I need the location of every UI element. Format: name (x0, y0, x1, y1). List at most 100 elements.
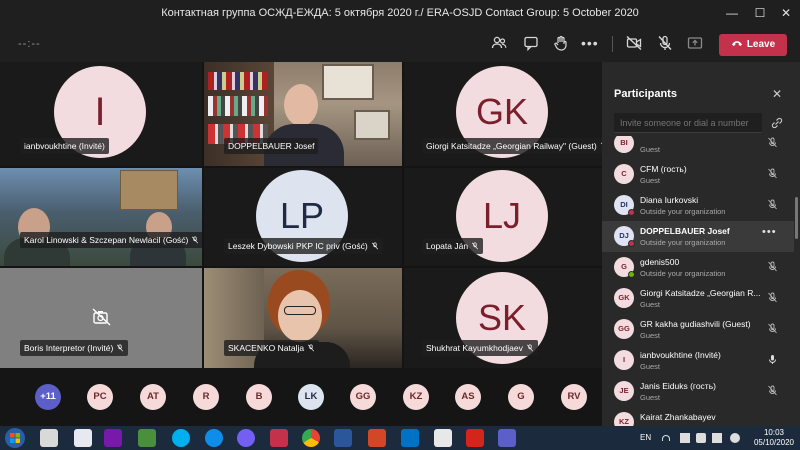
list-item[interactable]: G gdenis500 Outside your organization (602, 252, 794, 283)
teamviewer-icon[interactable] (205, 429, 223, 447)
outlook-icon[interactable] (401, 429, 419, 447)
maximize-button[interactable]: ☐ (746, 3, 774, 23)
participant-name: Giorgi Katsitadze „Georgian Railway" (Gu… (426, 141, 597, 151)
chevron-up-icon[interactable] (662, 435, 670, 441)
acrobat-reader-icon[interactable] (434, 429, 452, 447)
participant-video-tile[interactable]: DOPPELBAUER Josef (204, 62, 402, 166)
list-item[interactable]: BI Guest (602, 136, 794, 159)
mic-toggle-button[interactable] (656, 34, 678, 54)
participant-chip[interactable]: PC (87, 384, 113, 410)
teams-icon[interactable] (498, 429, 516, 447)
participant-chip[interactable]: AS (455, 384, 481, 410)
share-screen-button[interactable] (686, 34, 708, 54)
share-link-icon[interactable] (770, 116, 784, 130)
participants-button[interactable] (490, 34, 512, 54)
title-bar: Контактная группа ОСЖД-ЕЖДА: 5 октября 2… (0, 0, 800, 26)
windows-start-icon[interactable] (2, 427, 28, 449)
list-item[interactable]: C CFM (гость) Guest (602, 159, 794, 190)
list-item[interactable]: I ianbvoukhtine (Invité) Guest (602, 345, 794, 376)
list-item[interactable]: DI Diana Iurkovski Outside your organiza… (602, 190, 794, 221)
viber-icon[interactable] (237, 429, 255, 447)
panel-scrollbar[interactable] (795, 197, 798, 239)
participant-tile[interactable]: Boris Interpretor (Invité) (0, 268, 202, 368)
mic-muted-icon (472, 242, 479, 250)
app-icon[interactable] (270, 429, 288, 447)
participant-video-tile[interactable]: Karol Linowski & Szczepan Newlacil (Gość… (0, 168, 202, 266)
participant-role: Guest (640, 176, 661, 185)
file-manager-icon[interactable] (40, 429, 58, 447)
participant-role: Outside your organization (640, 207, 726, 216)
volume-icon[interactable] (730, 433, 740, 443)
participant-chip[interactable]: KZ (403, 384, 429, 410)
participant-name: Kairat Zhankabayev (640, 412, 716, 422)
hand-icon (554, 35, 567, 51)
app-icon[interactable] (138, 429, 156, 447)
more-options-button[interactable]: ••• (762, 226, 777, 238)
participant-role: Guest (640, 145, 661, 154)
chrome-icon[interactable] (302, 429, 320, 447)
onenote-icon[interactable] (104, 429, 122, 447)
panel-title: Participants (614, 88, 677, 100)
participant-video-tile[interactable]: SKACENKO Natalja (204, 268, 402, 368)
minimize-button[interactable]: — (718, 3, 746, 23)
system-clock[interactable]: 10:03 05/10/2020 (750, 428, 798, 448)
participant-chip[interactable]: B (246, 384, 272, 410)
mic-off-icon (658, 35, 672, 50)
participant-chip[interactable]: GG (350, 384, 376, 410)
participant-chip[interactable]: RV (561, 384, 587, 410)
powerpoint-icon[interactable] (368, 429, 386, 447)
avatar: I (614, 350, 634, 370)
clock-time: 10:03 (763, 428, 785, 437)
acrobat-icon[interactable] (466, 429, 484, 447)
network-icon[interactable] (680, 433, 690, 443)
more-participants-button[interactable]: +11 (35, 384, 61, 410)
participant-name: gdenis500 (640, 257, 680, 267)
leave-button[interactable]: Leave (719, 34, 787, 56)
raise-hand-button[interactable] (552, 34, 574, 54)
avatar: C (614, 164, 634, 184)
avatar: KZ (614, 412, 634, 426)
close-window-button[interactable]: ✕ (772, 3, 800, 23)
word-icon[interactable] (334, 429, 352, 447)
battery-icon[interactable] (696, 433, 706, 443)
participants-panel: Participants ✕ BI Guest C CFM (гость) Gu… (602, 62, 800, 426)
mic-muted-icon (117, 344, 124, 352)
participant-name: DOPPELBAUER Josef (228, 141, 315, 151)
participant-chip[interactable]: LK (298, 384, 324, 410)
avatar: BI (614, 136, 634, 153)
participant-name-label: Boris Interpretor (Invité) (20, 340, 129, 356)
list-item-selected[interactable]: DJ DOPPELBAUER Josef Outside your organi… (602, 221, 794, 252)
participant-name-label: Karol Linowski & Szczepan Newlacil (Gość… (20, 232, 202, 248)
camera-toggle-button[interactable] (625, 34, 647, 54)
skype-icon[interactable] (172, 429, 190, 447)
participant-tile[interactable]: I ianbvoukhtine (Invité) (0, 62, 202, 166)
list-item[interactable]: GK Giorgi Katsitadze „Georgian R... Gues… (602, 283, 794, 314)
participant-tile[interactable]: GK Giorgi Katsitadze „Georgian Railway" … (404, 62, 602, 166)
invite-input[interactable] (614, 113, 762, 133)
meeting-toolbar: --:-- ••• Leave (0, 26, 800, 62)
flag-icon[interactable] (712, 433, 722, 443)
camera-off-icon (626, 35, 642, 51)
participant-chip[interactable]: R (193, 384, 219, 410)
more-actions-button[interactable]: ••• (581, 34, 603, 54)
toolbar-divider (612, 36, 613, 52)
list-item[interactable]: GG GR kakha gudiashvili (Guest) Guest (602, 314, 794, 345)
participant-role: Guest (640, 331, 661, 340)
avatar: GK (614, 288, 634, 308)
participant-tile[interactable]: SK Shukhrat Kayumkhodjaev (404, 268, 602, 368)
close-panel-button[interactable]: ✕ (772, 87, 782, 101)
participant-name: Leszek Dybowski PKP IC priv (Gość) (228, 241, 368, 251)
leave-label: Leave (746, 39, 776, 50)
participant-name: ianbvoukhtine (Invité) (640, 350, 721, 360)
participant-name: Janis Eiduks (гость) (640, 381, 716, 391)
participant-tile[interactable]: LJ Lopata Ján (404, 168, 602, 266)
list-item[interactable]: JE Janis Eiduks (гость) Guest (602, 376, 794, 407)
input-language[interactable]: EN (640, 433, 651, 442)
list-item[interactable]: KZ Kairat Zhankabayev (602, 407, 794, 426)
participant-chip[interactable]: G (508, 384, 534, 410)
participant-tile[interactable]: LP Leszek Dybowski PKP IC priv (Gość) (204, 168, 402, 266)
app-icon[interactable] (74, 429, 92, 447)
chat-button[interactable] (522, 34, 544, 54)
participant-chip[interactable]: AT (140, 384, 166, 410)
participant-name: GR kakha gudiashvili (Guest) (640, 319, 751, 329)
